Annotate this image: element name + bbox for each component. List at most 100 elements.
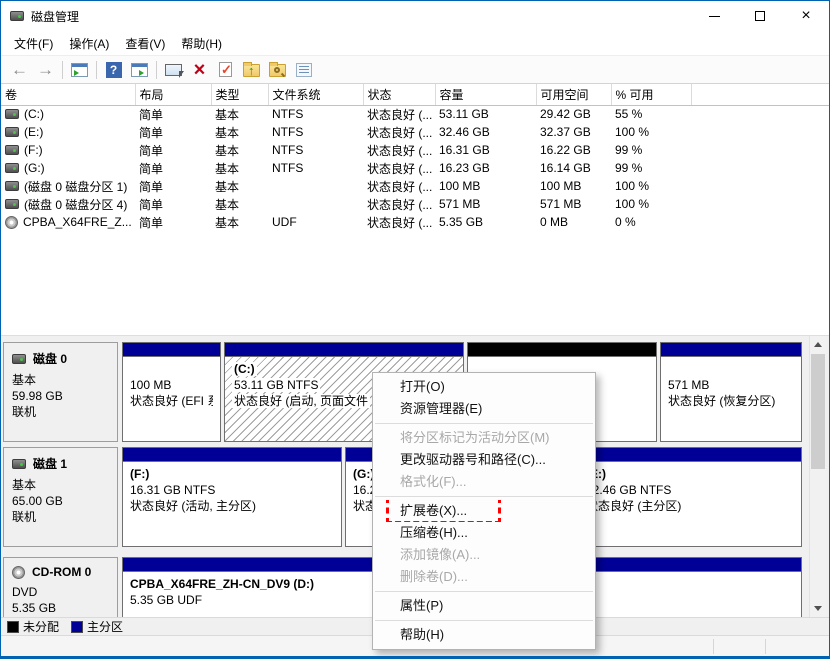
check-document-button[interactable]: ✓ <box>213 58 238 82</box>
scroll-up-button[interactable] <box>810 336 826 353</box>
context-menu-item-h[interactable]: 压缩卷(H)... <box>373 522 595 544</box>
volume-row-0-1[interactable]: (磁盘 0 磁盘分区 1)简单基本状态良好 (...100 MB100 MB10… <box>1 177 829 195</box>
disk-info-line: 5.35 GB <box>12 600 113 616</box>
volume-row-cpba-x64fre-z[interactable]: CPBA_X64FRE_Z...简单基本UDF状态良好 (...5.35 GB0… <box>1 213 829 231</box>
column-header-item[interactable]: 可用空间 <box>536 84 611 105</box>
scroll-down-icon <box>814 606 822 611</box>
menubar-item-3[interactable]: 帮助(H) <box>173 32 230 55</box>
action-pane-icon-glyph <box>131 63 148 77</box>
delete-icon-glyph: × <box>194 60 206 80</box>
volume-name: (C:) <box>24 107 44 121</box>
volume-row-c[interactable]: (C:)简单基本NTFS状态良好 (...53.11 GB29.42 GB55 … <box>1 105 829 123</box>
legend-label: 未分配 <box>23 618 59 635</box>
disk-info-line: DVD <box>12 584 113 600</box>
partition-status-text: 状态良好 (活动, 主分区) <box>130 499 256 513</box>
action-pane-button[interactable] <box>127 58 152 82</box>
vertical-scrollbar <box>809 336 826 617</box>
back-button[interactable]: ← <box>7 58 32 82</box>
scrollbar-thumb[interactable] <box>811 354 825 469</box>
volume-name: (E:) <box>24 125 43 139</box>
partition-body: (E:)32.46 GB NTFS状态良好 (主分区) <box>579 462 801 546</box>
partition-status: 状态良好 (主分区) <box>586 498 794 514</box>
context-menu-item-c[interactable]: 更改驱动器号和路径(C)... <box>373 449 595 471</box>
volume-row-e[interactable]: (E:)简单基本NTFS状态良好 (...32.46 GB32.37 GB100… <box>1 123 829 141</box>
disk-name: 磁盘 0 <box>12 350 113 367</box>
context-menu-item-e[interactable]: 资源管理器(E) <box>373 398 595 420</box>
disk-header-0[interactable]: 磁盘 0基本59.98 GB联机 <box>3 342 118 442</box>
partition-primary[interactable]: 100 MB状态良好 (EFI 系 <box>122 342 221 442</box>
maximize-button[interactable] <box>737 1 783 31</box>
volume-row-f[interactable]: (F:)简单基本NTFS状态良好 (...16.31 GB16.22 GB99 … <box>1 141 829 159</box>
partition-label <box>668 361 794 377</box>
forward-button[interactable]: → <box>33 58 58 82</box>
status-bar-divider <box>765 639 766 654</box>
column-header-item[interactable]: 容量 <box>435 84 536 105</box>
partition-label: (E:) <box>586 466 794 482</box>
partition-size-text: 571 MB <box>668 378 709 392</box>
monitor-pointer-button[interactable] <box>161 58 186 82</box>
menubar-item-0[interactable]: 文件(F) <box>6 32 61 55</box>
partition-color-bar <box>661 343 801 357</box>
volume-name: CPBA_X64FRE_Z... <box>23 215 132 229</box>
drive-icon <box>12 459 26 469</box>
column-header-item[interactable]: 类型 <box>211 84 268 105</box>
check-document-icon-glyph: ✓ <box>219 62 232 77</box>
column-header-item[interactable]: 文件系统 <box>268 84 363 105</box>
drive-icon <box>5 127 19 137</box>
partition-body: (F:) 16.31 GB NTFS 状态良好 (活动, 主分区) <box>123 462 341 546</box>
partition-status-text: 状态良好 (恢复分区) <box>668 394 775 408</box>
context-menu-separator <box>375 591 593 592</box>
minimize-button[interactable] <box>691 1 737 31</box>
disk-header-1[interactable]: 磁盘 1基本65.00 GB联机 <box>3 447 118 547</box>
menubar-item-1[interactable]: 操作(A) <box>61 32 117 55</box>
disk-info-line: 基本 <box>12 477 113 493</box>
volume-name: (磁盘 0 磁盘分区 4) <box>24 196 127 213</box>
tasklist-icon-glyph <box>296 63 312 77</box>
folder-search-icon-glyph <box>269 64 286 77</box>
disk-name-label: CD-ROM 0 <box>32 565 91 579</box>
console-tree-button[interactable] <box>67 58 92 82</box>
volume-row-g[interactable]: (G:)简单基本NTFS状态良好 (...16.23 GB16.14 GB99 … <box>1 159 829 177</box>
partition-label-text: (F:) <box>130 467 149 481</box>
disk-info-line: 59.98 GB <box>12 388 113 404</box>
partition-size-text: 100 MB <box>130 378 171 392</box>
help-button[interactable]: ? <box>101 58 126 82</box>
context-menu-separator <box>375 496 593 497</box>
column-header-item[interactable]: 卷 <box>1 84 135 105</box>
volume-cell: (磁盘 0 磁盘分区 1) <box>5 178 131 195</box>
context-menu-item-h[interactable]: 帮助(H) <box>373 624 595 646</box>
partition-primary[interactable]: 571 MB 状态良好 (恢复分区) <box>660 342 802 442</box>
volume-name: (磁盘 0 磁盘分区 1) <box>24 178 127 195</box>
menubar-item-2[interactable]: 查看(V) <box>117 32 173 55</box>
partition-f[interactable]: (F:) 16.31 GB NTFS 状态良好 (活动, 主分区) <box>122 447 342 547</box>
scroll-down-button[interactable] <box>810 600 826 617</box>
partition-size-text: 16.31 GB NTFS <box>130 483 215 497</box>
drive-icon <box>5 109 19 119</box>
context-menu-item-p[interactable]: 属性(P) <box>373 595 595 617</box>
folder-up-icon-glyph: ↑ <box>243 64 260 77</box>
partition-color-bar <box>225 343 463 357</box>
partition-e[interactable]: (E:)32.46 GB NTFS状态良好 (主分区) <box>578 447 802 547</box>
context-menu-item-x[interactable]: 扩展卷(X)... <box>373 500 595 522</box>
drive-icon <box>5 199 19 209</box>
volume-row-0-4[interactable]: (磁盘 0 磁盘分区 4)简单基本状态良好 (...571 MB571 MB10… <box>1 195 829 213</box>
legend-item-item: 主分区 <box>71 618 123 635</box>
delete-button[interactable]: × <box>187 58 212 82</box>
volume-name: (G:) <box>24 161 45 175</box>
disk-header-cd-rom-0[interactable]: CD-ROM 0 DVD5.35 GB <box>3 557 118 617</box>
toolbar-separator <box>62 61 63 79</box>
close-button[interactable]: × <box>783 1 829 31</box>
toolbar-separator <box>96 61 97 79</box>
folder-search-button[interactable] <box>265 58 290 82</box>
partition-body: 571 MB 状态良好 (恢复分区) <box>661 357 801 441</box>
minimize-icon <box>709 16 720 17</box>
partition-status: 状态良好 (恢复分区) <box>668 393 794 409</box>
disk-info-line: 联机 <box>12 509 113 525</box>
column-header-item[interactable]: 状态 <box>363 84 435 105</box>
context-menu-item-o[interactable]: 打开(O) <box>373 376 595 398</box>
tasklist-button[interactable] <box>291 58 316 82</box>
context-menu-separator <box>375 423 593 424</box>
column-header-item[interactable]: % 可用 <box>611 84 691 105</box>
column-header-item[interactable]: 布局 <box>135 84 211 105</box>
folder-up-button[interactable]: ↑ <box>239 58 264 82</box>
